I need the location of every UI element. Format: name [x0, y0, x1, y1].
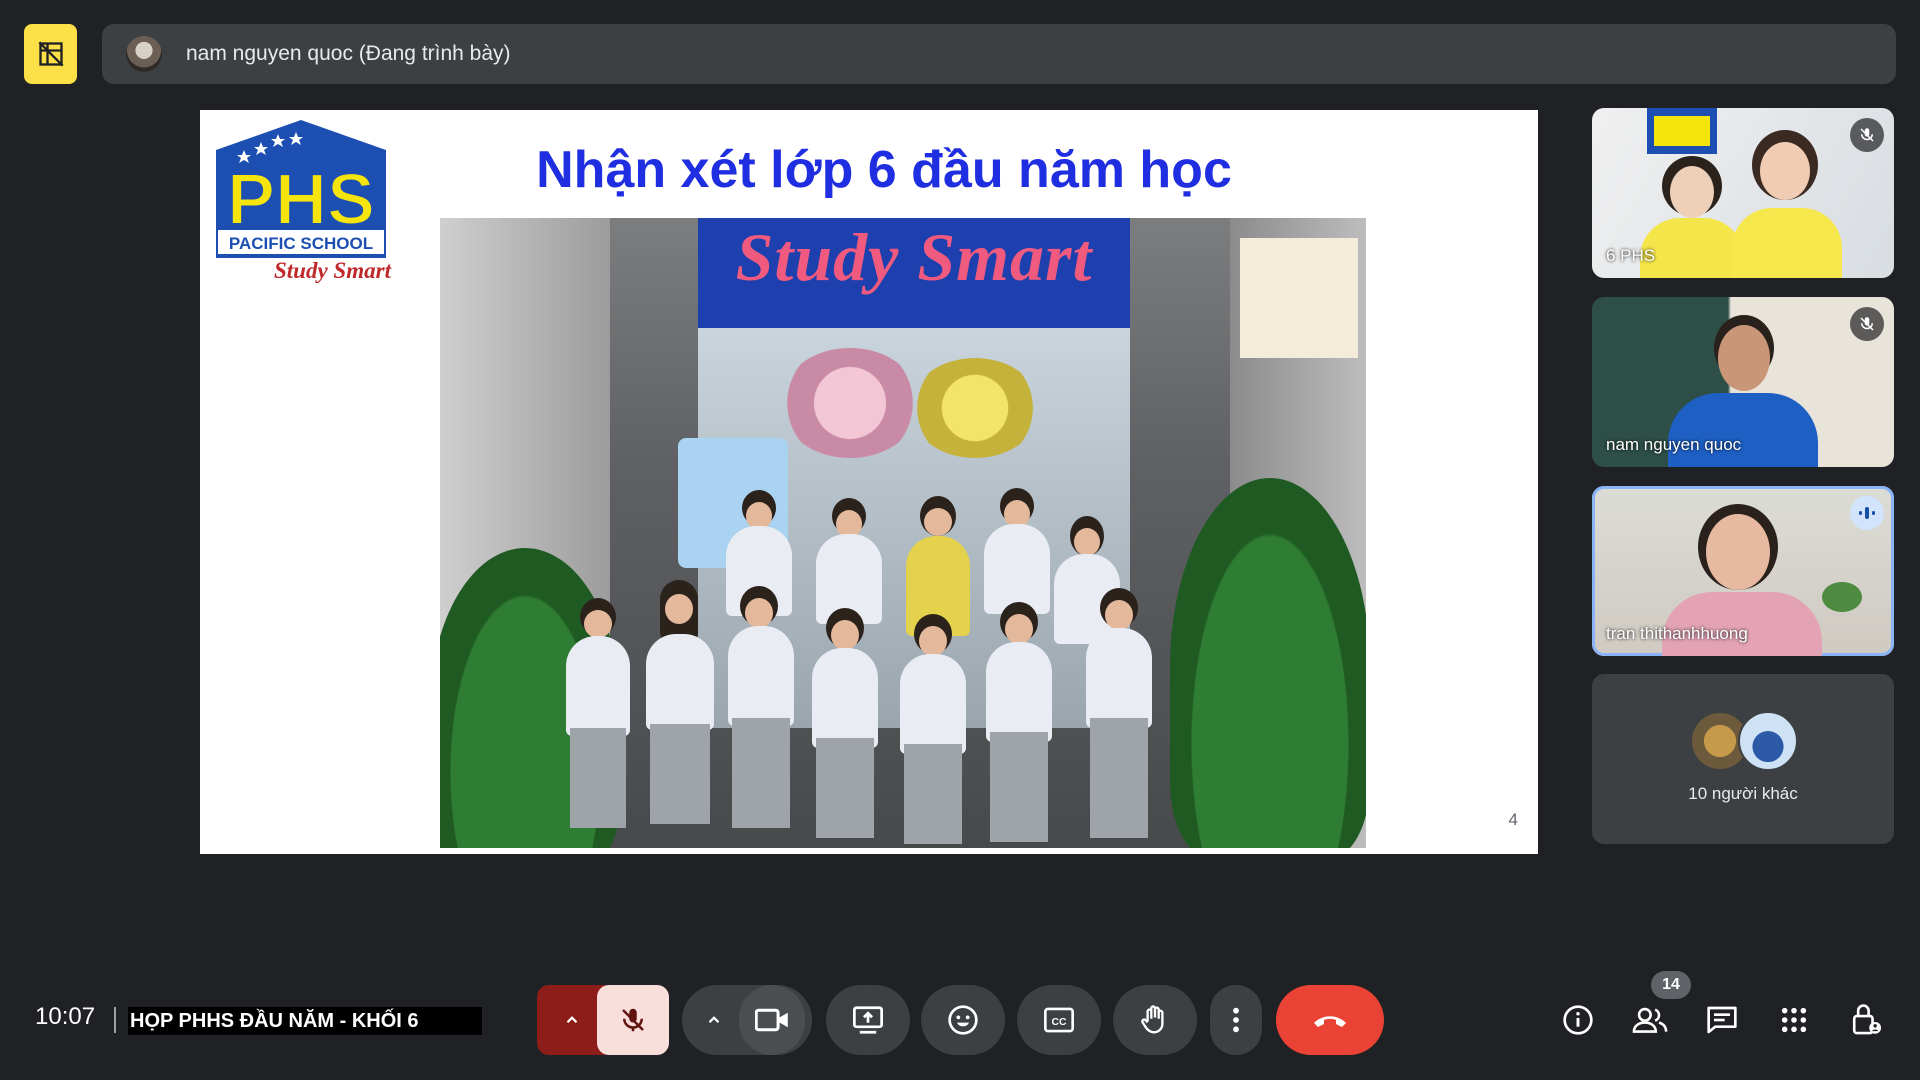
people-button[interactable] [1630, 1000, 1670, 1040]
mic-off-icon [1850, 307, 1884, 341]
divider [114, 1007, 116, 1033]
reactions-button[interactable] [921, 985, 1005, 1055]
raise-hand-icon [1141, 1005, 1164, 1034]
logo-tagline: Study Smart [274, 258, 391, 283]
emoji-icon [948, 1005, 978, 1035]
shared-slide: PHS PACIFIC SCHOOL Study Smart Nhận xét … [200, 110, 1538, 854]
presenter-bar: nam nguyen quoc (Đang trình bày) [102, 24, 1896, 84]
host-controls-button[interactable] [1846, 1000, 1886, 1040]
present-screen-button[interactable] [826, 985, 910, 1055]
raise-hand-button[interactable] [1113, 985, 1197, 1055]
present-screen-icon [853, 1006, 883, 1034]
participant-tile[interactable]: 6 PHS [1592, 108, 1894, 278]
participant-name: 6 PHS [1606, 246, 1656, 265]
mic-off-icon [1850, 118, 1884, 152]
participant-tile-active-speaker[interactable]: tran thithanhhuong [1592, 486, 1894, 656]
people-icon [1632, 1007, 1668, 1033]
call-end-icon [1314, 1016, 1346, 1027]
participant-name: tran thithanhhuong [1606, 624, 1748, 643]
leave-call-button[interactable] [1276, 985, 1384, 1055]
video-camera-icon [755, 1008, 788, 1032]
microphone-toggle-button[interactable] [597, 985, 669, 1055]
layout-toggle-button[interactable] [24, 24, 77, 84]
slide-title: Nhận xét lớp 6 đầu năm học [536, 141, 1232, 199]
chevron-up-icon [566, 1016, 578, 1024]
captions-button[interactable]: CC [1017, 985, 1101, 1055]
meeting-details-button[interactable] [1558, 1000, 1598, 1040]
more-vert-icon [1233, 1007, 1239, 1033]
lock-person-icon [1852, 1004, 1882, 1035]
svg-text:CC: CC [1051, 1017, 1067, 1028]
more-options-button[interactable] [1210, 985, 1262, 1055]
video-options-button[interactable] [689, 1011, 739, 1029]
chevron-up-icon [708, 1016, 720, 1024]
presenter-avatar [126, 36, 162, 72]
activities-button[interactable] [1774, 1000, 1814, 1040]
chat-button[interactable] [1702, 1000, 1742, 1040]
grid-off-icon [38, 41, 63, 67]
photo-banner: Study Smart [698, 218, 1130, 328]
meeting-clock: 10:07 [35, 1003, 96, 1030]
camera-control-group [682, 985, 812, 1055]
closed-captions-icon: CC [1044, 1007, 1074, 1033]
camera-toggle-button[interactable] [739, 985, 805, 1055]
participant-name: nam nguyen quoc [1606, 435, 1742, 454]
other-participants-tile[interactable]: 10 người khác [1592, 674, 1894, 844]
other-participants-label: 10 người khác [1688, 784, 1798, 803]
speaking-indicator-icon [1850, 496, 1884, 530]
class-photo: Study Smart [440, 218, 1366, 848]
apps-grid-icon [1781, 1007, 1807, 1033]
participant-tile[interactable]: nam nguyen quoc [1592, 297, 1894, 467]
people-count-badge: 14 [1651, 971, 1691, 999]
slide-page-number: 4 [1508, 810, 1518, 829]
logo-subtext: PACIFIC SCHOOL [229, 234, 373, 253]
presenter-label: nam nguyen quoc (Đang trình bày) [186, 42, 511, 65]
chat-icon [1707, 1006, 1737, 1034]
info-icon [1563, 1005, 1593, 1035]
mic-off-icon [622, 1008, 644, 1032]
meeting-title: HỌP PHHS ĐẦU NĂM - KHỐI 6 [128, 1007, 482, 1035]
participant-avatar [1738, 711, 1798, 771]
